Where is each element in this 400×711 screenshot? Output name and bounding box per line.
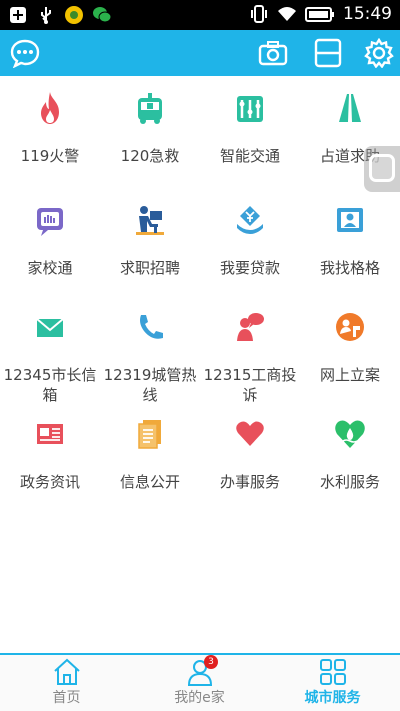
- settings-button[interactable]: [362, 36, 396, 70]
- tab-label: 城市服务: [304, 690, 361, 706]
- home-icon: [53, 658, 80, 685]
- status-time: 15:49: [343, 4, 392, 24]
- service-label: 求职招聘: [119, 259, 180, 277]
- service-label: 水利服务: [319, 473, 380, 491]
- service-label: 信息公开: [119, 473, 180, 491]
- school-icon: [37, 208, 63, 236]
- service-label: 我要贷款: [219, 259, 280, 277]
- app-icon: [65, 6, 83, 24]
- scan-icon: [314, 38, 342, 68]
- service-mayor-mailbox[interactable]: 12345市长信箱: [0, 309, 100, 409]
- complaint-icon: [237, 313, 264, 341]
- service-city-hotline[interactable]: 12319城管热线: [100, 309, 200, 409]
- road-icon: [339, 94, 361, 122]
- service-label: 政务资讯: [19, 473, 80, 491]
- chat-button[interactable]: [8, 36, 42, 70]
- camera-icon: [258, 41, 288, 66]
- service-label: 我找格格: [319, 259, 380, 277]
- status-bar-right: 15:49: [249, 4, 392, 24]
- square-icon: [369, 154, 395, 182]
- fire-icon: [41, 92, 59, 124]
- service-home-school[interactable]: 家校通: [0, 202, 100, 288]
- job-icon: [136, 206, 164, 235]
- service-label: 12345市长信箱: [3, 366, 97, 404]
- traffic-icon: [237, 96, 263, 122]
- wechat-icon: [93, 7, 112, 23]
- bottom-nav: 首页 3 我的e家 城市服务: [0, 653, 400, 711]
- service-online-filing[interactable]: 网上立案: [300, 309, 400, 409]
- tab-city-services[interactable]: 城市服务: [266, 655, 399, 711]
- status-bar-left: [8, 5, 112, 25]
- app-header: [0, 30, 400, 76]
- service-label: 网上立案: [319, 366, 380, 384]
- service-label: 12319城管热线: [103, 366, 197, 404]
- service-gov-news[interactable]: 政务资讯: [0, 416, 100, 502]
- floating-assist-button[interactable]: [364, 146, 400, 192]
- service-commerce-complaint[interactable]: 12315工商投诉: [200, 309, 300, 409]
- service-label: 家校通: [27, 259, 73, 277]
- service-info-disclosure[interactable]: 信息公开: [100, 416, 200, 502]
- service-jobs[interactable]: 求职招聘: [100, 202, 200, 288]
- service-smart-traffic[interactable]: 智能交通: [200, 90, 300, 176]
- tab-label: 我的e家: [174, 690, 225, 706]
- service-affairs[interactable]: 办事服务: [200, 416, 300, 502]
- status-bar: 15:49: [0, 0, 400, 30]
- mail-icon: [36, 318, 64, 337]
- service-label: 120急救: [120, 147, 180, 165]
- service-label: 办事服务: [219, 473, 280, 491]
- wifi-icon: [278, 7, 296, 21]
- chat-bubble-icon: [10, 39, 40, 68]
- service-label: 119火警: [20, 147, 80, 165]
- tab-label: 首页: [52, 690, 81, 706]
- service-find-grid-staff[interactable]: 我找格格: [300, 202, 400, 288]
- settings-icon: [364, 38, 394, 68]
- add-icon: [10, 7, 26, 23]
- camera-button[interactable]: [256, 36, 290, 70]
- case-filing-icon: [336, 313, 364, 341]
- tab-home[interactable]: 首页: [0, 655, 133, 711]
- battery-icon: [305, 7, 334, 22]
- service-water[interactable]: 水利服务: [300, 416, 400, 502]
- grid-icon: [319, 659, 346, 685]
- water-heart-icon: [335, 420, 365, 448]
- scan-button[interactable]: [311, 36, 345, 70]
- news-icon: [37, 424, 63, 444]
- service-ambulance[interactable]: 120急救: [100, 90, 200, 176]
- loan-icon: [237, 206, 263, 234]
- phone-icon: [140, 315, 163, 339]
- notification-badge: 3: [204, 655, 218, 669]
- usb-icon: [41, 7, 51, 24]
- contact-card-icon: [337, 208, 363, 232]
- service-label: 12315工商投诉: [203, 366, 297, 404]
- document-icon: [138, 420, 161, 449]
- vibrate-icon: [251, 5, 267, 23]
- service-label: 智能交通: [219, 147, 280, 165]
- ambulance-icon: [138, 93, 162, 124]
- heart-icon: [236, 421, 264, 446]
- service-loan[interactable]: 我要贷款: [200, 202, 300, 288]
- tab-my-home[interactable]: 3 我的e家: [133, 655, 266, 711]
- service-fire-alarm[interactable]: 119火警: [0, 90, 100, 176]
